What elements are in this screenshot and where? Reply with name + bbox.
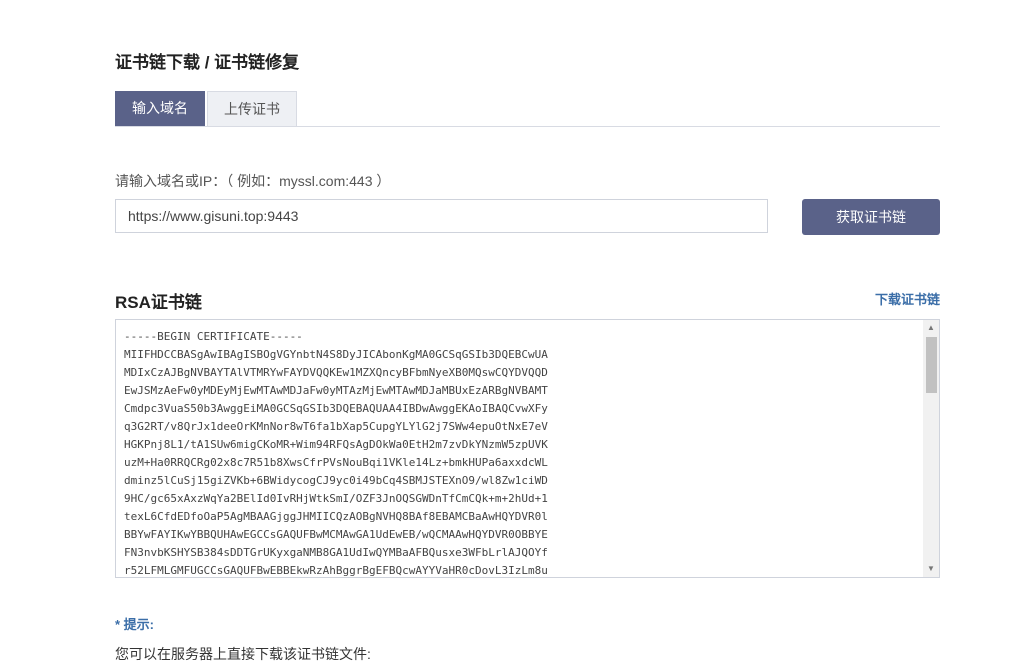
vertical-scrollbar[interactable]: ▲ ▼ xyxy=(923,320,939,577)
rsa-section-title: RSA证书链 xyxy=(115,293,202,312)
domain-input[interactable] xyxy=(115,199,768,233)
certificate-content: -----BEGIN CERTIFICATE----- MIIFHDCCBASg… xyxy=(124,330,548,577)
page-title: 证书链下载 / 证书链修复 xyxy=(115,53,300,72)
certificate-textarea[interactable]: -----BEGIN CERTIFICATE----- MIIFHDCCBASg… xyxy=(115,319,940,578)
scroll-down-arrow-icon[interactable]: ▼ xyxy=(923,562,939,576)
tab-input-domain[interactable]: 输入域名 xyxy=(115,91,205,126)
scroll-up-arrow-icon[interactable]: ▲ xyxy=(923,321,939,335)
hint-text: 您可以在服务器上直接下载该证书链文件: xyxy=(115,646,371,662)
domain-field-label: 请输入域名或IP：（ 例如：myssl.com:443 ） xyxy=(115,173,391,189)
hint-title: * 提示: xyxy=(115,617,155,632)
scroll-thumb[interactable] xyxy=(926,337,937,393)
page-root: 证书链下载 / 证书链修复 输入域名 上传证书 请输入域名或IP：（ 例如：my… xyxy=(0,0,1015,670)
tab-upload-certificate[interactable]: 上传证书 xyxy=(207,91,297,126)
tab-bar: 输入域名 上传证书 xyxy=(115,91,940,127)
download-chain-link[interactable]: 下载证书链 xyxy=(875,289,940,308)
fetch-chain-button[interactable]: 获取证书链 xyxy=(802,199,940,235)
